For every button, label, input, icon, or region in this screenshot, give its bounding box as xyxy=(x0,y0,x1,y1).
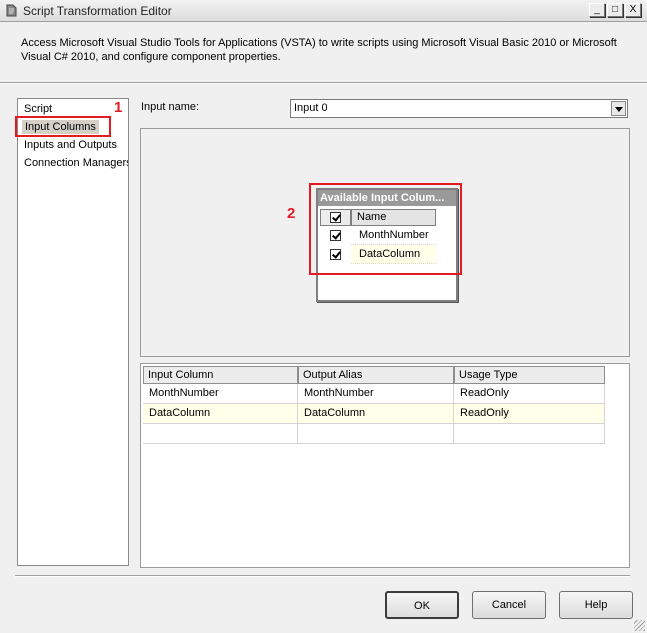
grid-cell-empty[interactable] xyxy=(454,424,605,444)
window-title: Script Transformation Editor xyxy=(23,4,172,18)
callout-number-1: 1 xyxy=(114,99,123,116)
editor-description: Access Microsoft Visual Studio Tools for… xyxy=(21,37,617,63)
cancel-button[interactable]: Cancel xyxy=(472,591,546,619)
title-bar: Script Transformation Editor _ □ X xyxy=(0,0,647,22)
input-columns-grid: Input Column Output Alias Usage Type Mon… xyxy=(140,363,630,568)
nav-item-inputs-and-outputs[interactable]: Inputs and Outputs xyxy=(24,139,117,151)
grid-header-output-alias[interactable]: Output Alias xyxy=(298,366,454,384)
close-button[interactable]: X xyxy=(625,3,641,17)
input-name-dropdown[interactable]: Input 0 xyxy=(290,99,628,118)
dropdown-arrow-button[interactable] xyxy=(611,101,626,116)
grid-cell-input-column[interactable]: MonthNumber xyxy=(143,384,298,404)
grid-cell-empty[interactable] xyxy=(298,424,454,444)
grid-header-usage-type[interactable]: Usage Type xyxy=(454,366,605,384)
grid-cell-usage-type[interactable]: ReadOnly xyxy=(454,384,605,404)
grid-cell-usage-type[interactable]: ReadOnly xyxy=(454,404,605,424)
grid-cell-output-alias[interactable]: MonthNumber xyxy=(298,384,454,404)
resize-grip-icon[interactable] xyxy=(634,620,645,631)
nav-item-connection-managers[interactable]: Connection Managers xyxy=(24,157,128,169)
nav-item-script[interactable]: Script xyxy=(24,103,52,115)
header-divider xyxy=(0,82,647,84)
chevron-down-icon xyxy=(615,107,623,112)
grid-cell-output-alias[interactable]: DataColumn xyxy=(298,404,454,424)
page-navigation: Script Input Columns Inputs and Outputs … xyxy=(17,98,129,566)
help-button[interactable]: Help xyxy=(559,591,633,619)
maximize-button[interactable]: □ xyxy=(607,3,623,17)
grid-cell-empty[interactable] xyxy=(143,424,298,444)
highlight-box-available-columns xyxy=(309,183,462,275)
ok-button[interactable]: OK xyxy=(385,591,459,619)
input-name-value: Input 0 xyxy=(294,102,328,114)
input-name-label: Input name: xyxy=(141,101,200,113)
callout-number-2: 2 xyxy=(287,205,296,222)
script-app-icon xyxy=(4,3,19,18)
grid-cell-input-column[interactable]: DataColumn xyxy=(143,404,298,424)
footer-divider xyxy=(15,575,630,577)
grid-header-input-column[interactable]: Input Column xyxy=(143,366,298,384)
highlight-box-input-columns xyxy=(15,116,111,137)
minimize-button[interactable]: _ xyxy=(589,3,605,17)
